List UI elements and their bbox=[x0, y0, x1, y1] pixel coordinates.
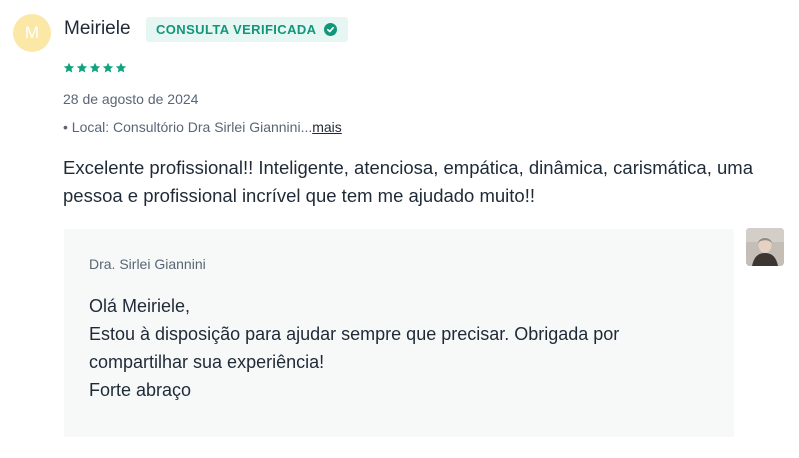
reply-line: Estou à disposição para ajudar sempre qu… bbox=[89, 324, 620, 344]
reviewer-avatar: M bbox=[13, 14, 51, 52]
reply-line: compartilhar sua experiência! bbox=[89, 352, 325, 372]
reviewer-name: Meiriele bbox=[64, 18, 131, 39]
star-icon bbox=[76, 62, 88, 73]
check-circle-icon bbox=[324, 23, 338, 36]
reply-line: Olá Meiriele, bbox=[89, 296, 191, 316]
star-icon bbox=[89, 62, 101, 73]
star-icon bbox=[102, 62, 114, 73]
doctor-reply: Dra. Sirlei Giannini Olá Meiriele, Estou… bbox=[64, 229, 734, 437]
location-more-link[interactable]: mais bbox=[312, 119, 342, 135]
verified-badge-label: CONSULTA VERIFICADA bbox=[156, 22, 317, 37]
doctor-avatar bbox=[746, 228, 784, 266]
verified-badge: CONSULTA VERIFICADA bbox=[146, 17, 349, 42]
star-icon bbox=[63, 62, 75, 73]
star-rating bbox=[63, 62, 127, 74]
review-date: 28 de agosto de 2024 bbox=[63, 91, 199, 107]
review-location: • Local: Consultório Dra Sirlei Giannini… bbox=[63, 119, 342, 135]
review-text: Excelente profissional!! Inteligente, at… bbox=[63, 157, 753, 206]
reply-text: Olá Meiriele, Estou à disposição para aj… bbox=[89, 292, 689, 404]
reply-line: Forte abraço bbox=[89, 380, 192, 400]
location-text: • Local: Consultório Dra Sirlei Giannini… bbox=[63, 119, 313, 135]
star-icon bbox=[115, 62, 127, 73]
reply-author: Dra. Sirlei Giannini bbox=[89, 256, 206, 272]
